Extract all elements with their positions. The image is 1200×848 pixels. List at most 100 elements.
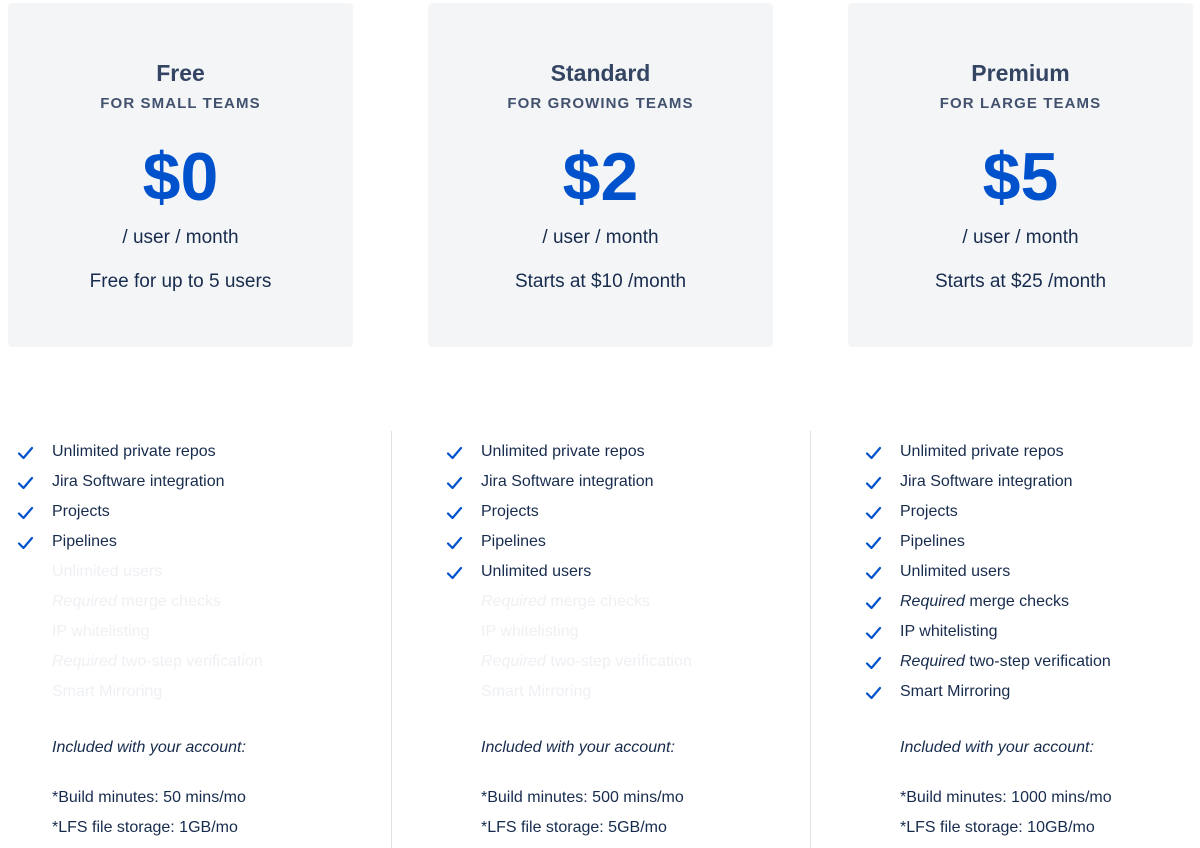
plan-name: Standard	[550, 60, 651, 86]
feature-text: IP whitelisting	[52, 623, 150, 640]
feature-label: Projects	[52, 503, 110, 521]
feature-text: two-step verification	[116, 653, 263, 670]
feature-item: Required two-step verification	[16, 651, 376, 681]
feature-label: Unlimited users	[900, 563, 1010, 581]
feature-text: Smart Mirroring	[900, 683, 1011, 700]
feature-text: Unlimited users	[900, 563, 1011, 580]
check-icon	[865, 656, 882, 670]
feature-column-premium: Unlimited private repos Jira Software int…	[810, 431, 1196, 848]
feature-label: Smart Mirroring	[900, 683, 1010, 701]
plan-price-unit: / user / month	[122, 227, 239, 248]
check-icon	[17, 446, 34, 460]
check-icon	[865, 506, 882, 520]
plan-price: $2	[562, 139, 639, 215]
feature-text: Smart Mirroring	[481, 683, 592, 700]
check-icon	[446, 566, 463, 580]
plan-price-unit: / user / month	[542, 227, 659, 248]
feature-label: Jira Software integration	[481, 473, 654, 491]
feature-emphasis: Required	[900, 593, 965, 610]
feature-label: IP whitelisting	[900, 623, 998, 641]
check-icon	[446, 446, 463, 460]
build-minutes: *Build minutes: 50 mins/mo	[52, 789, 246, 806]
feature-label: Pipelines	[52, 533, 117, 551]
feature-text: Jira Software integration	[52, 473, 225, 490]
plan-price: $5	[982, 139, 1059, 215]
feature-item: Jira Software integration	[16, 471, 376, 501]
feature-item: Unlimited users	[16, 561, 376, 591]
feature-item: Unlimited private repos	[445, 441, 805, 471]
build-minutes: *Build minutes: 1000 mins/mo	[900, 789, 1112, 806]
plan-card-premium: Premium FOR LARGE TEAMS $5 / user / mont…	[848, 3, 1193, 347]
feature-label: IP whitelisting	[481, 623, 579, 641]
feature-text: Jira Software integration	[900, 473, 1073, 490]
feature-item: Projects	[16, 501, 376, 531]
feature-text: Unlimited users	[481, 563, 592, 580]
included-title: Included with your account:	[52, 739, 246, 756]
feature-text: Unlimited private repos	[52, 443, 216, 460]
plan-price: $0	[142, 139, 219, 215]
feature-label: IP whitelisting	[52, 623, 150, 641]
plan-subtitle: FOR LARGE TEAMS	[939, 95, 1102, 112]
feature-item: Required merge checks	[16, 591, 376, 621]
feature-label: Required merge checks	[900, 593, 1069, 611]
plan-price-note: Starts at $25 /month	[934, 271, 1107, 292]
feature-label: Smart Mirroring	[52, 683, 162, 701]
feature-emphasis: Required	[481, 653, 546, 670]
feature-emphasis: Required	[52, 593, 117, 610]
feature-column-standard: Unlimited private repos Jira Software int…	[391, 431, 772, 848]
feature-text: Smart Mirroring	[52, 683, 163, 700]
feature-label: Unlimited private repos	[52, 443, 216, 461]
feature-item: IP whitelisting	[445, 621, 805, 651]
plan-price-note: Starts at $10 /month	[514, 271, 687, 292]
feature-item: Pipelines	[445, 531, 805, 561]
plan-price-note: Free for up to 5 users	[89, 271, 272, 292]
feature-text: Projects	[900, 503, 958, 520]
feature-label: Jira Software integration	[900, 473, 1073, 491]
feature-text: Unlimited users	[52, 563, 163, 580]
feature-label: Required merge checks	[481, 593, 650, 611]
check-icon	[865, 626, 882, 640]
feature-text: IP whitelisting	[900, 623, 998, 640]
feature-label: Projects	[900, 503, 958, 521]
feature-label: Jira Software integration	[52, 473, 225, 491]
plan-name: Free	[156, 60, 205, 86]
plan-subtitle: FOR SMALL TEAMS	[100, 95, 261, 112]
plan-card-free: Free FOR SMALL TEAMS $0 / user / month F…	[8, 3, 353, 347]
feature-item: Required merge checks	[445, 591, 805, 621]
build-minutes: *Build minutes: 500 mins/mo	[481, 789, 684, 806]
feature-item: Smart Mirroring	[445, 681, 805, 711]
feature-item: IP whitelisting	[864, 621, 1200, 651]
feature-label: Projects	[481, 503, 539, 521]
included-title: Included with your account:	[900, 739, 1094, 756]
check-icon	[865, 596, 882, 610]
check-icon	[865, 566, 882, 580]
feature-item: Unlimited private repos	[16, 441, 376, 471]
feature-label: Unlimited private repos	[900, 443, 1064, 461]
feature-item: Projects	[864, 501, 1200, 531]
feature-label: Smart Mirroring	[481, 683, 591, 701]
feature-item: Unlimited users	[864, 561, 1200, 591]
feature-text: merge checks	[545, 593, 650, 610]
feature-text: Pipelines	[52, 533, 117, 550]
feature-label: Unlimited private repos	[481, 443, 645, 461]
feature-emphasis: Required	[900, 653, 965, 670]
feature-text: Jira Software integration	[481, 473, 654, 490]
plan-price-unit: / user / month	[962, 227, 1079, 248]
feature-label: Pipelines	[481, 533, 546, 551]
feature-item: IP whitelisting	[16, 621, 376, 651]
feature-item: Smart Mirroring	[16, 681, 376, 711]
check-icon	[17, 536, 34, 550]
feature-text: merge checks	[964, 593, 1069, 610]
check-icon	[865, 476, 882, 490]
feature-label: Unlimited users	[52, 563, 162, 581]
feature-label: Required merge checks	[52, 593, 221, 611]
check-icon	[865, 446, 882, 460]
feature-item: Pipelines	[16, 531, 376, 561]
feature-text: two-step verification	[545, 653, 692, 670]
feature-emphasis: Required	[52, 653, 117, 670]
feature-emphasis: Required	[481, 593, 546, 610]
feature-item: Pipelines	[864, 531, 1200, 561]
feature-label: Pipelines	[900, 533, 965, 551]
check-icon	[865, 536, 882, 550]
lfs-storage: *LFS file storage: 10GB/mo	[900, 819, 1095, 836]
